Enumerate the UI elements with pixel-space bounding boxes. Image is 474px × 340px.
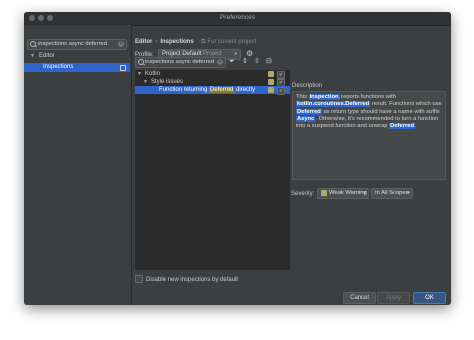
search-match-highlight: Deferred — [209, 87, 235, 93]
severity-swatch — [268, 71, 274, 77]
description-keyword: Deferred — [296, 108, 322, 115]
preferences-window: Preferences inspections async deferred ×… — [24, 12, 451, 305]
checkbox-box[interactable] — [135, 275, 143, 283]
settings-sidebar: inspections async deferred × ▼ Editor In… — [24, 25, 132, 305]
description-keyword: Async — [296, 115, 316, 122]
breadcrumb-editor: Editor — [135, 39, 153, 45]
chevron-down-icon: ▾ — [234, 51, 237, 57]
chevron-down-icon: ▼ — [30, 53, 35, 59]
description-panel: This inspection reports functions with k… — [292, 91, 446, 180]
apply-button[interactable]: Apply — [377, 292, 410, 304]
description-keyword: Deferred — [389, 123, 415, 130]
description-text: . — [414, 123, 417, 130]
project-scope-icon — [120, 65, 126, 71]
filter-icon[interactable]: ⏷ — [229, 58, 235, 66]
tree-node-label: Function returning — [159, 87, 210, 93]
reset-icon[interactable]: ⊟ — [266, 58, 272, 66]
clear-search-icon[interactable]: × — [118, 41, 124, 47]
ok-button[interactable]: OK — [413, 292, 446, 304]
sidebar-item-label: Inspections — [43, 64, 74, 70]
scope-dropdown[interactable]: In All Scopes ▾ — [371, 188, 413, 199]
description-text: This — [296, 94, 309, 100]
sidebar-item-editor[interactable]: ▼ Editor — [30, 53, 55, 59]
window-title: Preferences — [219, 14, 256, 21]
title-bar: Preferences — [24, 12, 451, 26]
chevron-down-icon: ▾ — [363, 190, 366, 196]
project-scope-note: ⧉ For current project — [201, 39, 257, 45]
description-text: reports functions with — [339, 94, 396, 100]
inspections-tree: ▼ Kotlin ✓ ▼ Style issues ✓ Function ret… — [135, 70, 290, 270]
project-scope-note-text: For current project — [207, 39, 257, 45]
inspections-search-input[interactable]: inspections async deferred × — [135, 57, 226, 68]
severity-swatch — [268, 79, 274, 85]
inspections-search-value: inspections async deferred — [145, 59, 214, 65]
clear-search-icon[interactable]: × — [217, 59, 223, 65]
description-text: as return type should have a name with s… — [321, 108, 440, 115]
gear-icon[interactable]: ⚙ — [246, 50, 253, 58]
tree-node-label-suffix: directly — [234, 87, 256, 93]
tree-node-style-issues[interactable]: ▼ Style issues ✓ — [135, 78, 290, 87]
description-keyword: kotlin.coroutines.Deferred — [296, 101, 371, 108]
tree-node-kotlin[interactable]: ▼ Kotlin ✓ — [135, 70, 290, 79]
expand-all-icon[interactable]: ⇕ — [242, 58, 248, 66]
chevron-down-icon: ▾ — [407, 190, 410, 196]
settings-search-value: inspections async deferred — [38, 41, 107, 47]
breadcrumb-inspections: Inspections — [160, 39, 194, 45]
sidebar-item-label: Editor — [39, 53, 55, 59]
tree-node-function-returning-deferred[interactable]: Function returning Deferred directly ✓ — [135, 86, 290, 95]
collapse-all-icon[interactable]: ⇳ — [254, 58, 260, 66]
description-keyword: inspection — [308, 94, 340, 100]
severity-label: Severity: — [291, 191, 315, 197]
settings-search-input[interactable]: inspections async deferred × — [27, 39, 127, 50]
description-label: Description — [292, 83, 323, 89]
severity-swatch — [268, 87, 274, 93]
tree-node-label: Style issues — [151, 79, 184, 85]
severity-swatch — [321, 190, 327, 196]
breadcrumb: Editor › Inspections ⧉ For current project — [135, 39, 256, 46]
severity-dropdown[interactable]: Weak Warning ▾ — [317, 188, 369, 199]
disable-new-inspections-label: Disable new inspections by default — [146, 277, 239, 283]
search-icon — [138, 59, 144, 65]
disable-new-inspections-checkbox[interactable]: Disable new inspections by default — [135, 275, 238, 283]
cancel-button[interactable]: Cancel — [343, 292, 376, 304]
tree-node-label: Kotlin — [145, 71, 161, 77]
chevron-down-icon: ▼ — [137, 71, 142, 77]
description-text: result. Functions which use — [370, 101, 442, 108]
breadcrumb-separator: › — [155, 39, 158, 45]
severity-value: Weak Warning — [329, 190, 367, 196]
tree-node-checkbox[interactable]: ✓ — [277, 87, 285, 95]
sidebar-item-inspections[interactable]: Inspections — [24, 63, 130, 72]
scope-value: In All Scopes — [375, 190, 409, 196]
chevron-down-icon: ▼ — [143, 79, 148, 85]
search-icon — [30, 41, 36, 47]
